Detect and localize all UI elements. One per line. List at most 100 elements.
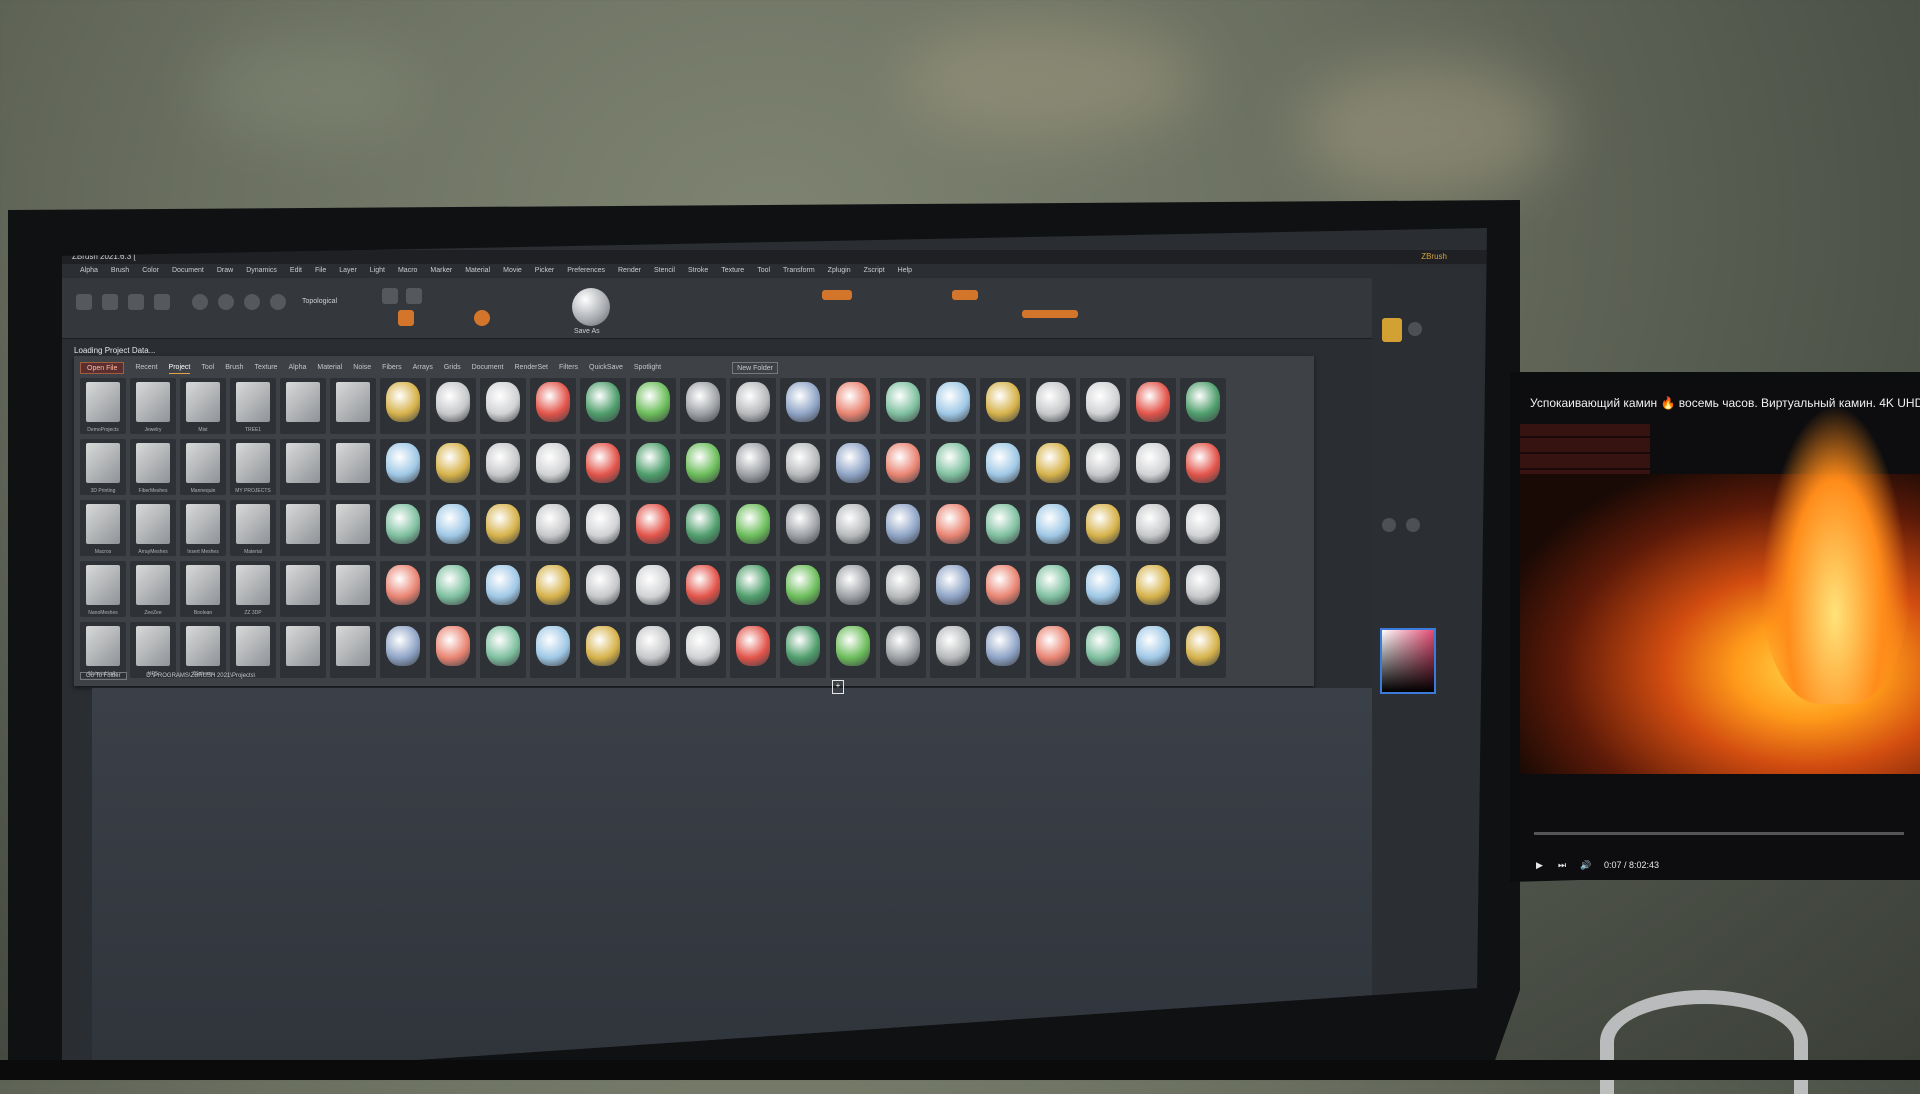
video-progress-bar[interactable] (1534, 832, 1904, 835)
project-thumbnail[interactable] (880, 622, 926, 678)
project-thumbnail[interactable] (380, 378, 426, 434)
project-thumbnail[interactable] (880, 378, 926, 434)
video-player[interactable]: Успокаивающий камин 🔥 восемь часов. Вирт… (1520, 384, 1920, 880)
project-folder[interactable] (330, 500, 376, 556)
material-sphere[interactable] (572, 288, 610, 326)
project-thumbnail[interactable] (530, 500, 576, 556)
project-thumbnail[interactable] (730, 378, 776, 434)
project-thumbnail[interactable] (1180, 561, 1226, 617)
draw-button[interactable] (382, 288, 398, 304)
tool-button[interactable] (128, 294, 144, 310)
tab-open-file[interactable]: Open File (80, 362, 125, 374)
menu-preferences[interactable]: Preferences (567, 265, 605, 277)
tab-fibers[interactable]: Fibers (382, 362, 401, 374)
clip-button[interactable] (244, 294, 260, 310)
tab-brush[interactable]: Brush (225, 362, 243, 374)
project-folder[interactable] (280, 500, 326, 556)
project-thumbnail[interactable] (980, 378, 1026, 434)
project-folder[interactable]: Material balls (80, 622, 126, 678)
project-thumbnail[interactable] (780, 561, 826, 617)
project-folder[interactable]: MY PROJECTS (230, 439, 276, 495)
project-folder[interactable]: Jewelry (130, 378, 176, 434)
project-thumbnail[interactable] (380, 561, 426, 617)
menu-texture[interactable]: Texture (721, 265, 744, 277)
project-thumbnail[interactable] (430, 561, 476, 617)
tab-arrays[interactable]: Arrays (413, 362, 433, 374)
tool-button[interactable] (76, 294, 92, 310)
tab-filters[interactable]: Filters (559, 362, 578, 374)
project-folder[interactable] (230, 622, 276, 678)
tab-quicksave[interactable]: QuickSave (589, 362, 623, 374)
project-folder[interactable]: ZeeZee (130, 561, 176, 617)
menu-stroke[interactable]: Stroke (688, 265, 708, 277)
project-thumbnail[interactable] (980, 561, 1026, 617)
tab-document[interactable]: Document (472, 362, 504, 374)
tool-icon[interactable] (1382, 318, 1402, 342)
volume-icon[interactable]: 🔊 (1580, 860, 1591, 871)
project-thumbnail[interactable] (1030, 378, 1076, 434)
project-thumbnail[interactable] (580, 378, 626, 434)
menu-help[interactable]: Help (898, 265, 912, 277)
project-thumbnail[interactable] (530, 378, 576, 434)
project-folder[interactable]: ArrayMeshes (130, 500, 176, 556)
menu-picker[interactable]: Picker (535, 265, 554, 277)
project-thumbnail[interactable] (1180, 500, 1226, 556)
project-thumbnail[interactable] (380, 500, 426, 556)
project-thumbnail[interactable] (580, 622, 626, 678)
project-folder[interactable]: Insert Meshes (180, 500, 226, 556)
project-thumbnail[interactable] (780, 622, 826, 678)
project-thumbnail[interactable] (380, 622, 426, 678)
tab-grids[interactable]: Grids (444, 362, 461, 374)
project-folder[interactable]: Mannequin (180, 439, 226, 495)
project-thumbnail[interactable] (730, 622, 776, 678)
project-thumbnail[interactable] (880, 439, 926, 495)
project-thumbnail[interactable] (630, 439, 676, 495)
go-to-folder-button[interactable]: Go To Folder (80, 672, 127, 680)
project-folder[interactable] (280, 378, 326, 434)
project-thumbnail[interactable] (630, 561, 676, 617)
menu-edit[interactable]: Edit (290, 265, 302, 277)
play-icon[interactable]: ▶ (1536, 860, 1543, 871)
project-folder[interactable]: ZZ 3DP (230, 561, 276, 617)
tab-recent[interactable]: Recent (135, 362, 157, 374)
tool-icon[interactable] (1408, 322, 1422, 336)
dynamic-button[interactable] (1022, 310, 1078, 318)
project-thumbnail[interactable] (1080, 622, 1126, 678)
project-thumbnail[interactable] (1030, 622, 1076, 678)
project-thumbnail[interactable] (430, 500, 476, 556)
clip-button[interactable] (192, 294, 208, 310)
project-thumbnail[interactable] (580, 500, 626, 556)
project-thumbnail[interactable] (780, 500, 826, 556)
tab-tool[interactable]: Tool (201, 362, 214, 374)
material-button[interactable] (474, 310, 490, 326)
project-thumbnail[interactable] (780, 378, 826, 434)
menu-file[interactable]: File (315, 265, 326, 277)
project-thumbnail[interactable] (930, 378, 976, 434)
tab-renderset[interactable]: RenderSet (515, 362, 548, 374)
project-thumbnail[interactable] (430, 439, 476, 495)
project-thumbnail[interactable] (480, 500, 526, 556)
tab-alpha[interactable]: Alpha (288, 362, 306, 374)
project-thumbnail[interactable] (980, 439, 1026, 495)
project-thumbnail[interactable] (830, 561, 876, 617)
project-folder[interactable]: Boolean (180, 561, 226, 617)
project-thumbnail[interactable] (880, 561, 926, 617)
rgb-button[interactable] (952, 290, 978, 300)
project-folder[interactable] (280, 622, 326, 678)
tool-button[interactable] (102, 294, 118, 310)
menu-movie[interactable]: Movie (503, 265, 522, 277)
project-thumbnail[interactable] (1130, 439, 1176, 495)
menu-dynamics[interactable]: Dynamics (246, 265, 277, 277)
menu-render[interactable]: Render (618, 265, 641, 277)
save-as-label[interactable]: Save As (574, 328, 600, 335)
tab-project[interactable]: Project (168, 362, 191, 374)
move-button[interactable] (406, 288, 422, 304)
project-thumbnail[interactable] (1180, 378, 1226, 434)
menu-tool[interactable]: Tool (757, 265, 770, 277)
menu-marker[interactable]: Marker (430, 265, 452, 277)
tab-texture[interactable]: Texture (254, 362, 277, 374)
project-thumbnail[interactable] (1180, 439, 1226, 495)
project-thumbnail[interactable] (480, 378, 526, 434)
project-thumbnail[interactable] (680, 561, 726, 617)
project-thumbnail[interactable] (430, 622, 476, 678)
